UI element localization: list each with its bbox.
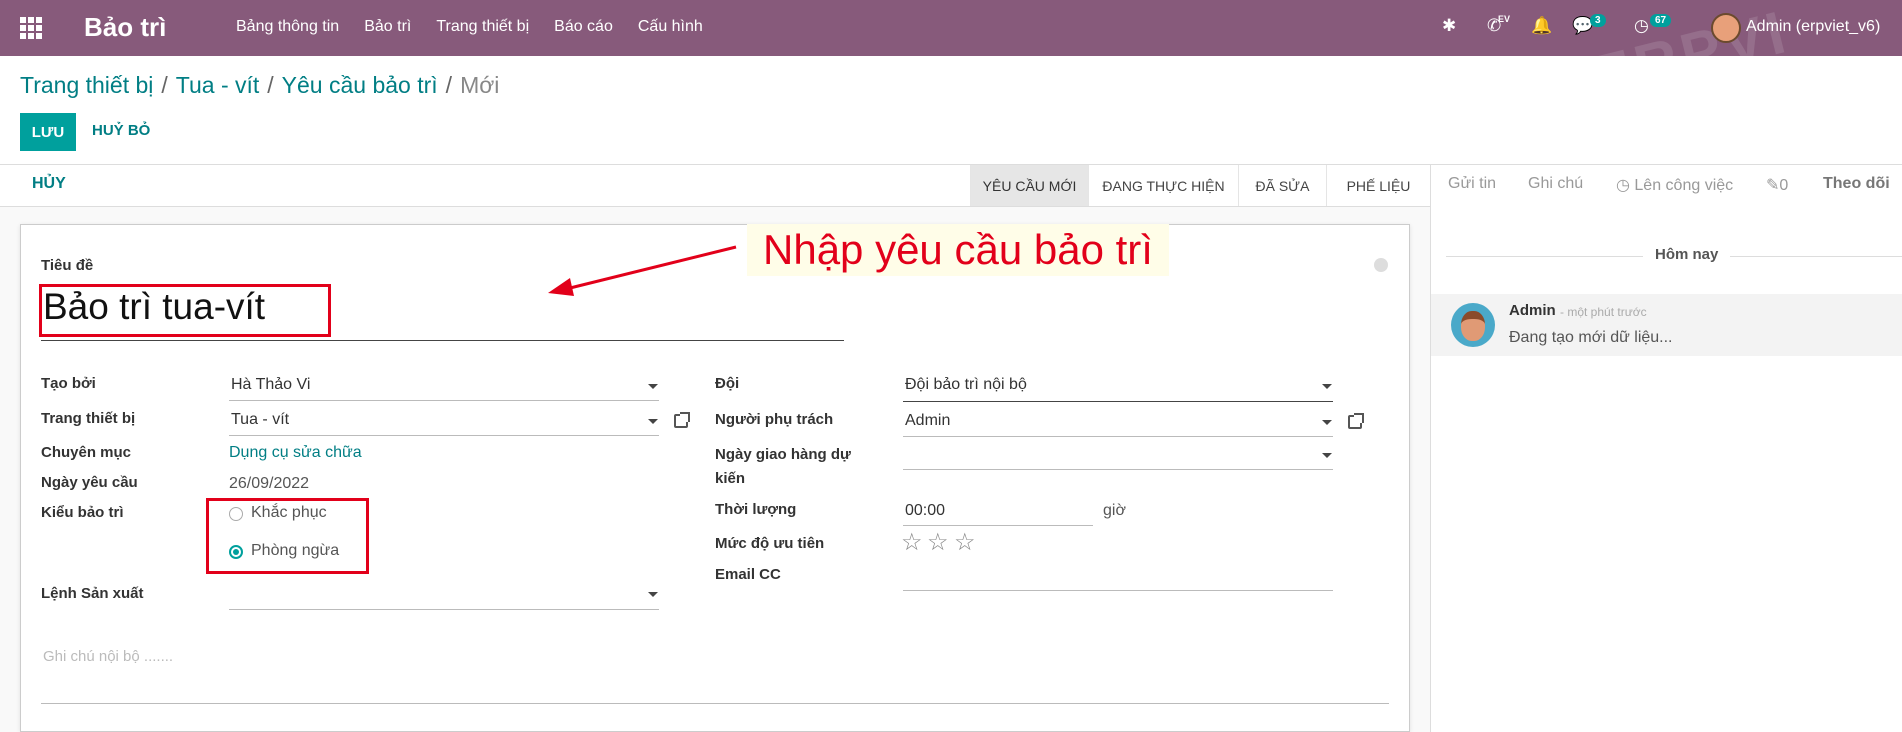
mo-field[interactable]	[229, 609, 659, 610]
created-by-label: Tạo bởi	[41, 375, 96, 392]
user-menu[interactable]: Admin (erpviet_v6)	[1746, 18, 1880, 36]
duration-input[interactable]: 00:00	[905, 502, 945, 520]
message-body: Đang tạo mới dữ liệu...	[1509, 329, 1673, 346]
responsible-field[interactable]: Admin	[905, 412, 950, 430]
message-author[interactable]: Admin	[1509, 302, 1556, 319]
responsible-label: Người phụ trách	[715, 411, 834, 428]
stage-scrap[interactable]: PHẾ LIỆU	[1326, 165, 1430, 206]
team-dropdown-icon[interactable]	[1322, 384, 1332, 389]
delivery-date-field[interactable]	[903, 469, 1333, 470]
menu-item-configuration[interactable]: Cấu hình	[638, 18, 703, 36]
menu-item-maintenance[interactable]: Bảo trì	[364, 18, 411, 36]
clock-icon: ◷	[1616, 177, 1635, 194]
message-time: - một phút trước	[1560, 305, 1647, 319]
discard-button[interactable]: HUỶ BỎ	[92, 122, 150, 139]
external-link-icon[interactable]	[1348, 413, 1364, 429]
follow-button[interactable]: Theo dõi	[1823, 175, 1890, 193]
menu-item-dashboard[interactable]: Bảng thông tin	[236, 18, 339, 36]
maintenance-type-label: Kiểu bảo trì	[41, 504, 124, 521]
messages-badge: 3	[1590, 14, 1606, 27]
apps-grid-icon[interactable]	[20, 17, 42, 39]
bug-icon[interactable]: ✱	[1442, 16, 1456, 36]
star-icon[interactable]: ☆	[901, 528, 923, 557]
kanban-state-icon[interactable]	[1374, 258, 1388, 272]
stage-repaired[interactable]: ĐÃ SỬA	[1238, 165, 1326, 206]
request-date-value: 26/09/2022	[229, 475, 310, 492]
watermark: ERPVI	[1584, 0, 1796, 112]
stage-new-request[interactable]: YÊU CẦU MỚI	[970, 165, 1088, 206]
main-menu: Bảng thông tin Bảo trì Trang thiết bị Bá…	[236, 18, 703, 36]
priority-label: Mức độ ưu tiên	[715, 535, 825, 552]
maintenance-type-highlight-box	[206, 498, 369, 574]
title-label: Tiêu đề	[41, 257, 94, 274]
breadcrumb-equipment[interactable]: Trang thiết bị	[20, 72, 153, 98]
paperclip-icon: ✎	[1766, 177, 1780, 194]
team-label: Đội	[715, 375, 740, 392]
schedule-activity-tab[interactable]: ◷ Lên công việc	[1616, 175, 1733, 195]
ev-label: EV	[1498, 14, 1511, 24]
annotation-callout: Nhập yêu cầu bảo trì	[747, 224, 1169, 276]
breadcrumb-screwdriver[interactable]: Tua - vít	[176, 72, 260, 98]
breadcrumb-current: Mới	[460, 72, 500, 98]
request-date-label: Ngày yêu cầu	[41, 474, 138, 491]
log-note-tab[interactable]: Ghi chú	[1528, 175, 1583, 193]
delivery-date-dropdown-icon[interactable]	[1322, 453, 1332, 458]
activities-icon[interactable]: ◷	[1634, 16, 1649, 36]
author-avatar[interactable]	[1451, 303, 1495, 347]
breadcrumb: Trang thiết bị / Tua - vít / Yêu cầu bảo trì…	[20, 72, 500, 98]
attachments-button[interactable]: ✎0	[1766, 175, 1788, 195]
duration-unit: giờ	[1103, 502, 1126, 519]
created-by-field[interactable]: Hà Thảo Vi	[231, 376, 310, 394]
mo-label: Lệnh Sản xuất	[41, 585, 144, 602]
menu-item-equipment[interactable]: Trang thiết bị	[436, 18, 529, 36]
responsible-dropdown-icon[interactable]	[1322, 420, 1332, 425]
equipment-dropdown-icon[interactable]	[648, 419, 658, 424]
delivery-date-label: Ngày giao hàng dự	[715, 446, 851, 463]
category-link[interactable]: Dụng cụ sửa chữa	[229, 444, 362, 462]
stage-in-progress[interactable]: ĐANG THỰC HIỆN	[1088, 165, 1238, 206]
duration-label: Thời lượng	[715, 501, 797, 518]
breadcrumb-requests[interactable]: Yêu cầu bảo trì	[282, 72, 438, 98]
team-field[interactable]: Đội bảo trì nội bộ	[905, 376, 1027, 394]
star-icon[interactable]: ☆	[927, 528, 949, 557]
send-message-tab[interactable]: Gửi tin	[1448, 175, 1496, 193]
menu-item-reporting[interactable]: Báo cáo	[554, 18, 613, 36]
delivery-date-label-line2: kiến	[715, 470, 746, 487]
date-separator: Hôm nay	[1643, 246, 1731, 263]
external-link-icon[interactable]	[674, 412, 690, 428]
cancel-request-button[interactable]: HỦY	[32, 175, 66, 193]
equipment-field[interactable]: Tua - vít	[231, 411, 289, 429]
bell-icon[interactable]: 🔔	[1531, 16, 1552, 36]
app-brand[interactable]: Bảo trì	[84, 12, 166, 43]
activities-badge: 67	[1650, 14, 1672, 27]
category-label: Chuyên mục	[41, 444, 132, 461]
user-avatar[interactable]	[1711, 13, 1741, 43]
annotation-arrow-icon	[548, 245, 737, 296]
equipment-label: Trang thiết bị	[41, 410, 136, 427]
created-by-dropdown-icon[interactable]	[648, 384, 658, 389]
mo-dropdown-icon[interactable]	[648, 592, 658, 597]
star-icon[interactable]: ☆	[954, 528, 976, 557]
title-highlight-box	[39, 284, 331, 337]
save-button[interactable]: LƯU	[20, 113, 76, 151]
email-cc-field[interactable]	[903, 590, 1333, 591]
top-navbar: Bảo trì Bảng thông tin Bảo trì Trang thi…	[0, 0, 1902, 111]
email-cc-label: Email CC	[715, 566, 781, 583]
internal-note-field[interactable]: Ghi chú nội bộ .......	[43, 648, 173, 665]
